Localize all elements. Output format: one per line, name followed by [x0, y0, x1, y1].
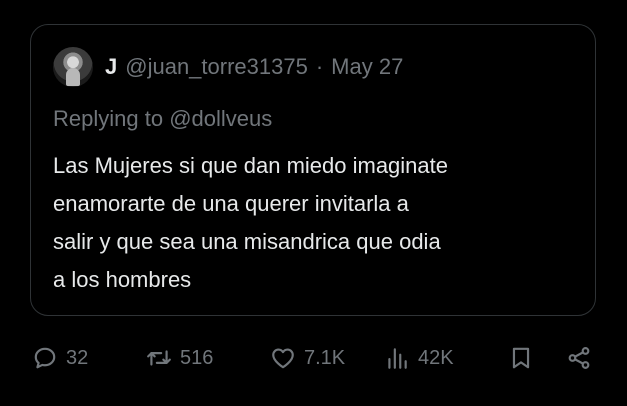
- reply-count: 32: [66, 346, 89, 369]
- like-count: 7.1K: [304, 346, 346, 369]
- replying-to-line: Replying to @dollveus: [53, 106, 272, 132]
- tweet-text: Las Mujeres si que dan miedo imaginate e…: [53, 147, 573, 299]
- tweet-text-line: a los hombres: [53, 267, 192, 292]
- replying-to-handle[interactable]: @dollveus: [169, 106, 272, 131]
- tweet-text-line: salir y que sea una misandrica que odia: [53, 229, 441, 254]
- bookmark-icon: [512, 347, 530, 369]
- tweet-action-bar: 32 516 7.1K 42K: [0, 340, 627, 376]
- views-bar-icon: [388, 348, 407, 369]
- heart-icon: [272, 348, 294, 369]
- views-count: 42K: [418, 346, 454, 369]
- tweet-text-line: Las Mujeres si que dan miedo imaginate: [53, 153, 449, 178]
- share-button[interactable]: [566, 340, 592, 376]
- avatar[interactable]: [53, 47, 93, 87]
- retweet-icon: [147, 350, 171, 366]
- separator-dot: ·: [315, 54, 324, 79]
- bookmark-button[interactable]: [508, 340, 534, 376]
- reply-button[interactable]: 32: [32, 340, 88, 376]
- display-name[interactable]: J: [105, 54, 117, 80]
- like-button[interactable]: 7.1K: [270, 340, 345, 376]
- retweet-button[interactable]: 516: [146, 340, 213, 376]
- tweet-header: J @juan_torre31375 · May 27: [53, 47, 403, 87]
- reply-bubble-icon: [34, 347, 56, 369]
- replying-to-label: Replying to: [53, 106, 164, 131]
- views-button[interactable]: 42K: [384, 340, 454, 376]
- share-icon: [568, 347, 590, 369]
- user-handle[interactable]: @juan_torre31375: [125, 54, 308, 80]
- tweet-text-line: enamorarte de una querer invitarla a: [53, 191, 409, 216]
- quoted-tweet-card[interactable]: J @juan_torre31375 · May 27 Replying to …: [30, 24, 596, 316]
- retweet-count: 516: [180, 346, 214, 369]
- tweet-date[interactable]: May 27: [331, 54, 403, 80]
